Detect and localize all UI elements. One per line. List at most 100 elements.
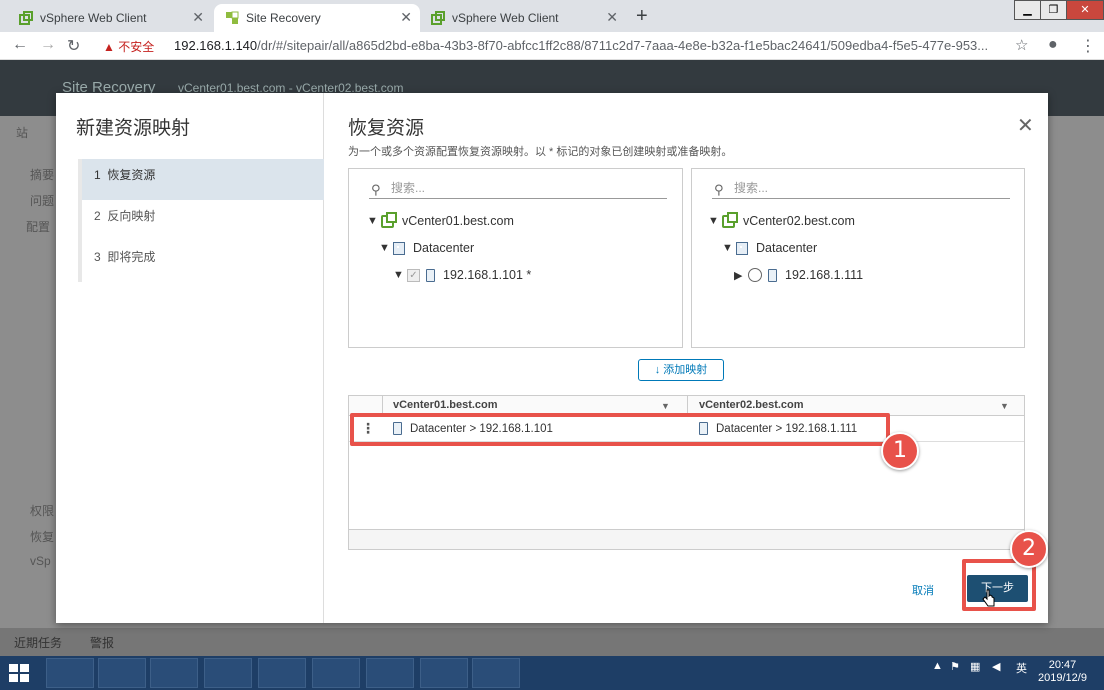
security-warning[interactable]: ▲ 不安全 <box>103 38 154 55</box>
cancel-button[interactable]: 取消 <box>912 582 934 598</box>
back-arrow-icon[interactable]: ← <box>12 36 28 54</box>
image-viewer-icon[interactable] <box>420 658 468 688</box>
new-resource-mapping-dialog: 新建资源映射 1 恢复资源 2 反向映射 3 即将完成 恢复资源 为一个或多个资… <box>56 93 1048 623</box>
step-number: 2 <box>94 209 101 223</box>
target-resource-tree: ⚲ 搜索... ▼ vCenter02.best.com ▼ Datacente… <box>691 168 1025 348</box>
restore-window-button[interactable]: ❐ <box>1040 0 1067 20</box>
content-description: 为一个或多个资源配置恢复资源映射。以 * 标记的对象已创建映射或准备映射。 <box>348 146 733 158</box>
vcenter-icon <box>381 211 397 228</box>
tree-node-datacenter-target[interactable]: ▼ Datacenter <box>722 241 817 255</box>
add-mapping-label: 添加映射 <box>663 364 708 376</box>
url-field[interactable]: 192.168.1.140/dr/#/sitepair/all/a865d2bd… <box>174 38 1004 53</box>
add-mapping-button[interactable]: ↓ 添加映射 <box>638 359 724 381</box>
control-panel-icon[interactable] <box>204 658 252 688</box>
close-tab-icon[interactable]: ✕ <box>400 9 412 26</box>
server-manager-icon[interactable] <box>46 658 94 688</box>
wizard-sidebar: 新建资源映射 1 恢复资源 2 反向映射 3 即将完成 <box>56 93 324 623</box>
powershell-icon[interactable] <box>98 658 146 688</box>
address-bar: ← → ↻ ▲ 不安全 192.168.1.140/dr/#/sitepair/… <box>0 32 1104 60</box>
url-path: /dr/#/sitepair/all/a865d2bd-e8ba-43b3-8f… <box>257 38 989 53</box>
filter-icon[interactable]: ▼ <box>1000 401 1009 411</box>
vsphere-favicon-icon <box>19 11 33 25</box>
chevron-down-icon[interactable]: ▼ <box>708 215 722 227</box>
step-label: 反向映射 <box>107 209 156 223</box>
tree-node-vcenter02[interactable]: ▼ vCenter02.best.com <box>708 211 855 228</box>
step-recovery-resources[interactable]: 1 恢复资源 <box>82 159 324 200</box>
start-button[interactable] <box>4 658 52 688</box>
step-reverse-mapping[interactable]: 2 反向映射 <box>82 200 324 241</box>
url-host: 192.168.1.140 <box>174 38 258 53</box>
clock-time: 20:47 <box>1048 659 1077 671</box>
tray-status-icon[interactable]: ⚑ <box>950 660 960 673</box>
tree-node-host-111[interactable]: ▶ 192.168.1.111 <box>734 268 863 282</box>
minimize-window-button[interactable]: ▁ <box>1014 0 1041 20</box>
bg-nav-item: 恢复 <box>30 530 55 544</box>
reload-icon[interactable]: ↻ <box>67 36 80 56</box>
column-header-target[interactable]: vCenter02.best.com <box>699 399 804 411</box>
search-icon: ⚲ <box>371 182 381 197</box>
tree-node-datacenter-source[interactable]: ▼ Datacenter <box>379 241 474 255</box>
file-explorer-icon[interactable] <box>150 658 198 688</box>
tray-expand-icon[interactable]: ▲ <box>932 660 943 672</box>
pinned-app-icon[interactable] <box>472 658 520 688</box>
chevron-down-icon[interactable]: ▼ <box>722 242 736 254</box>
chevron-down-icon[interactable]: ▼ <box>379 242 393 254</box>
step-ready-to-complete[interactable]: 3 即将完成 <box>82 241 324 282</box>
browser-tab-vsphere-1[interactable]: vSphere Web Client ✕ <box>8 4 212 32</box>
browser-tab-strip: vSphere Web Client ✕ Site Recovery ✕ vSp… <box>0 0 1104 32</box>
close-tab-icon[interactable]: ✕ <box>606 9 618 26</box>
chevron-right-icon[interactable]: ▶ <box>734 269 748 282</box>
source-search-input[interactable]: ⚲ 搜索... <box>369 177 667 199</box>
volume-icon[interactable]: ◀ <box>992 660 1000 673</box>
tree-node-label: vCenter01.best.com <box>402 214 514 228</box>
clock-date: 2019/12/9 <box>1038 672 1087 684</box>
tab-label: vSphere Web Client <box>452 11 559 25</box>
bg-nav-item: vSp <box>30 554 51 568</box>
tree-node-label: Datacenter <box>413 241 475 255</box>
checkbox-checked-disabled[interactable]: ✓ <box>407 268 420 282</box>
network-icon[interactable]: ▦ <box>970 660 980 673</box>
forward-arrow-icon[interactable]: → <box>40 36 56 54</box>
security-label: 不安全 <box>118 40 155 54</box>
hand-cursor-icon <box>982 589 995 607</box>
recent-tasks-tab[interactable]: 近期任务 <box>14 634 62 651</box>
chrome-icon[interactable] <box>366 658 414 688</box>
bg-nav-item: 问题 <box>30 194 55 208</box>
clock[interactable]: 20:47 2019/12/9 <box>1038 659 1087 685</box>
radio-button[interactable] <box>748 268 762 282</box>
step-number: 1 <box>94 168 101 182</box>
tab-label: Site Recovery <box>246 11 321 25</box>
alarms-tab[interactable]: 警报 <box>90 634 114 651</box>
chrome-icon[interactable] <box>312 658 360 688</box>
column-header-source[interactable]: vCenter01.best.com <box>393 399 498 411</box>
host-icon <box>426 268 435 282</box>
tree-node-label: 192.168.1.101 * <box>443 268 532 282</box>
callout-badge-1: 1 <box>881 432 919 470</box>
wizard-title: 新建资源映射 <box>76 118 191 139</box>
vsphere-favicon-icon <box>431 11 445 25</box>
source-resource-tree: ⚲ 搜索... ▼ vCenter01.best.com ▼ Datacente… <box>348 168 683 348</box>
tree-node-host-101[interactable]: ▼ ✓ 192.168.1.101 * <box>393 268 531 282</box>
close-tab-icon[interactable]: ✕ <box>192 9 204 26</box>
tree-node-vcenter01[interactable]: ▼ vCenter01.best.com <box>367 211 514 228</box>
search-icon: ⚲ <box>714 182 724 197</box>
menu-kebab-icon[interactable]: ⋮ <box>1080 36 1096 56</box>
close-window-button[interactable]: ✕ <box>1066 0 1104 20</box>
ime-indicator[interactable]: 英 <box>1016 660 1027 676</box>
browser-tab-site-recovery[interactable]: Site Recovery ✕ <box>214 4 420 32</box>
bottom-panel-bar: 近期任务 警报 <box>0 628 1104 656</box>
browser-tab-vsphere-2[interactable]: vSphere Web Client ✕ <box>420 4 626 32</box>
windows-logo-icon <box>9 664 29 682</box>
close-dialog-icon[interactable]: ✕ <box>1017 113 1034 138</box>
command-prompt-icon[interactable] <box>258 658 306 688</box>
filter-icon[interactable]: ▼ <box>661 401 670 411</box>
host-icon <box>768 268 777 282</box>
target-search-input[interactable]: ⚲ 搜索... <box>712 177 1010 199</box>
chevron-down-icon[interactable]: ▼ <box>367 215 381 227</box>
new-tab-button[interactable]: + <box>636 5 648 28</box>
account-icon[interactable]: ● <box>1048 36 1058 54</box>
bg-nav-item: 摘要 <box>30 168 55 182</box>
chevron-down-icon[interactable]: ▼ <box>393 269 407 281</box>
content-title: 恢复资源 <box>348 118 425 139</box>
bookmark-star-icon[interactable]: ☆ <box>1015 36 1028 54</box>
